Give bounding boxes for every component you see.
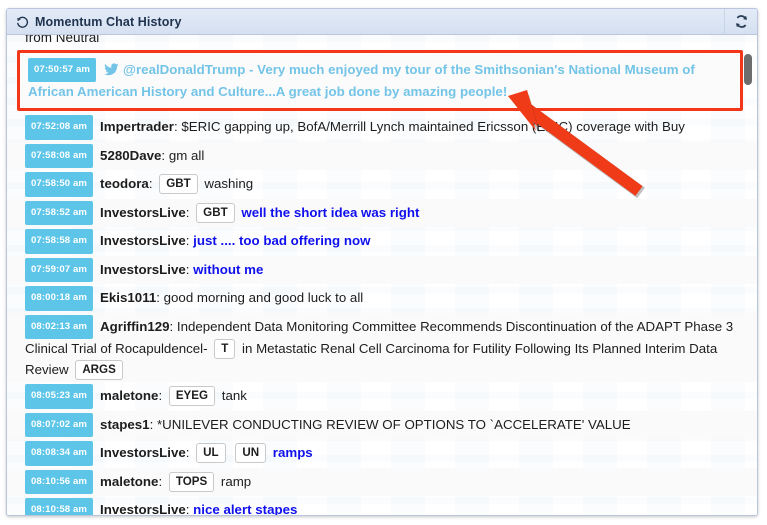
message-username[interactable]: InvestorsLive (100, 205, 186, 220)
message-text: gm all (168, 147, 205, 163)
message-username[interactable]: maletone (100, 474, 158, 489)
username-colon: : (148, 176, 157, 191)
clipped-partial-text: from Neutral (25, 35, 100, 45)
message-timestamp: 08:07:02 am (25, 412, 94, 437)
message-username[interactable]: 5280Dave (100, 148, 161, 163)
message-timestamp: 07:58:52 am (25, 200, 94, 225)
username-colon: : (185, 445, 194, 460)
message-timestamp: 07:50:57 am (28, 58, 97, 82)
message-row[interactable]: 07:58:52 am InvestorsLive: GBT well the s… (7, 198, 757, 227)
message-timestamp: 08:05:23 am (25, 384, 94, 409)
username-colon: : (185, 204, 194, 220)
message-text: good morning and good luck to all (163, 290, 364, 305)
twitter-bird-icon (104, 63, 119, 76)
message-username[interactable]: InvestorsLive (100, 233, 186, 248)
message-timestamp: 08:00:18 am (25, 286, 94, 311)
message-text: ramp (220, 473, 252, 489)
message-timestamp: 07:52:08 am (25, 115, 94, 140)
message-username[interactable]: Agriffin129 (100, 319, 169, 334)
username-colon: : (158, 473, 166, 489)
username-colon: : (156, 290, 164, 305)
message-row[interactable]: 08:05:23 am maletone: EYEG tank (7, 382, 757, 411)
message-text-highlighted: ramps (272, 445, 313, 460)
ticker-badge[interactable]: GBT (159, 174, 198, 194)
chat-history-body: from Neutral 07:50:57 am @realDonaldTrump… (7, 35, 757, 516)
message-timestamp: 08:02:13 am (25, 314, 94, 339)
ticker-badge[interactable]: ARGS (75, 359, 123, 380)
clipped-partial-message: from Neutral (7, 35, 757, 49)
message-timestamp: 08:08:34 am (25, 441, 94, 466)
message-row[interactable]: 07:58:50 am teodora: GBT washing (7, 170, 757, 199)
refresh-icon[interactable] (724, 9, 757, 34)
message-row[interactable]: 08:10:56 am maletone: TOPS ramp (7, 467, 757, 496)
ticker-badge[interactable]: UL (196, 443, 226, 463)
message-text: tank (221, 388, 247, 403)
message-username[interactable]: InvestorsLive (100, 262, 186, 277)
scrollbar-track[interactable] (743, 35, 754, 515)
message-username[interactable]: maletone (100, 388, 158, 403)
title-bar-left-group: Momentum Chat History (16, 9, 182, 35)
message-username[interactable]: Impertrader (100, 119, 174, 134)
username-colon: : (169, 318, 177, 334)
message-row[interactable]: 08:02:13 am Agriffin129: Independent Data… (7, 312, 757, 382)
username-colon: : (158, 388, 166, 403)
message-row[interactable]: 07:52:08 am Impertrader: $ERIC gapping up… (7, 113, 757, 142)
message-row[interactable]: 08:08:34 am InvestorsLive: UL UN ramps (7, 439, 757, 468)
username-colon: : (161, 147, 169, 163)
history-icon (16, 16, 29, 29)
message-username[interactable]: InvestorsLive (100, 502, 186, 515)
message-timestamp: 07:58:50 am (25, 172, 94, 197)
tweet-text: @realDonaldTrump - Very much enjoyed my … (28, 62, 695, 99)
message-username[interactable]: teodora (100, 176, 149, 191)
message-timestamp: 07:58:58 am (25, 229, 94, 254)
message-text: *UNILEVER CONDUCTING REVIEW OF OPTIONS T… (156, 416, 631, 432)
message-text-highlighted: without me (193, 261, 264, 277)
ticker-badge[interactable]: TOPS (168, 471, 215, 492)
message-username[interactable]: Ekis1011 (100, 290, 156, 305)
page-title: Momentum Chat History (35, 15, 182, 29)
ticker-badge[interactable]: GBT (196, 202, 235, 223)
message-list: 07:52:08 am Impertrader: $ERIC gapping up… (7, 113, 757, 516)
message-row[interactable]: 08:00:18 am Ekis1011: good morning and go… (7, 284, 757, 313)
message-text-highlighted: well the short idea was right (241, 204, 420, 220)
ticker-badge[interactable]: T (214, 339, 236, 359)
message-scroll-area[interactable]: from Neutral 07:50:57 am @realDonaldTrump… (7, 35, 757, 516)
window-title-bar: Momentum Chat History (7, 9, 757, 35)
message-row[interactable]: 08:10:58 am InvestorsLive: nice alert sta… (7, 496, 757, 516)
message-row[interactable]: 07:59:07 am InvestorsLive: without me (7, 255, 757, 284)
message-row[interactable]: 07:58:58 am InvestorsLive: just .... too … (7, 227, 757, 256)
highlighted-tweet-message[interactable]: 07:50:57 am @realDonaldTrump - Very much … (17, 50, 743, 111)
message-text: washing (204, 176, 254, 191)
message-timestamp: 08:10:58 am (25, 498, 94, 515)
ticker-badge[interactable]: EYEG (168, 386, 216, 406)
message-row[interactable]: 08:07:02 am stapes1: *UNILEVER CONDUCTING… (7, 410, 757, 439)
message-text-highlighted: nice alert stapes (193, 502, 298, 516)
ticker-badge[interactable]: UN (235, 443, 267, 463)
message-timestamp: 07:58:08 am (25, 143, 94, 168)
username-colon: : (149, 416, 157, 432)
message-text: $ERIC gapping up, BofA/Merrill Lynch mai… (181, 119, 685, 134)
scrollbar-thumb[interactable] (744, 54, 752, 85)
message-timestamp: 07:59:07 am (25, 257, 94, 282)
message-timestamp: 08:10:56 am (25, 469, 94, 494)
message-username[interactable]: InvestorsLive (100, 445, 186, 460)
chat-history-window: Momentum Chat History from Neutral 07:50… (6, 8, 758, 516)
message-row[interactable]: 07:58:08 am 5280Dave: gm all (7, 141, 757, 170)
message-username[interactable]: stapes1 (100, 417, 150, 432)
message-text-highlighted: just .... too bad offering now (193, 233, 371, 248)
